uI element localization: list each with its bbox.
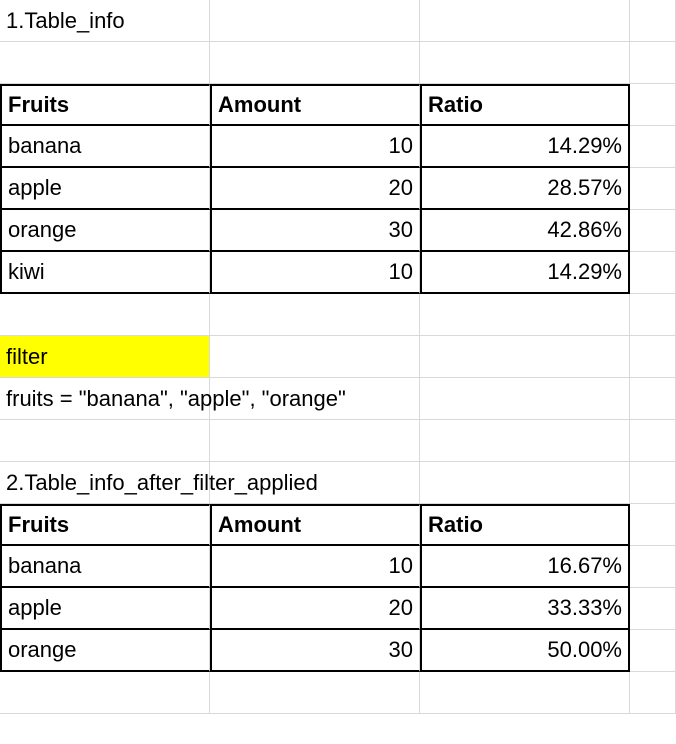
table1-cell-fruit[interactable]: apple (0, 168, 210, 210)
cell-value: 10 (389, 133, 413, 159)
table1-header-ratio[interactable]: Ratio (420, 84, 630, 126)
empty-cell[interactable] (630, 672, 676, 714)
cell-value: 14.29% (547, 133, 622, 159)
header-label: Amount (218, 92, 301, 118)
section2-title: 2.Table_info_after_filter_applied (6, 470, 318, 496)
empty-cell[interactable] (630, 504, 676, 546)
cell-value: 28.57% (547, 175, 622, 201)
header-label: Amount (218, 512, 301, 538)
cell-value: 50.00% (547, 637, 622, 663)
table1-cell-fruit[interactable]: kiwi (0, 252, 210, 294)
table1-cell-fruit[interactable]: orange (0, 210, 210, 252)
table1-cell-amount[interactable]: 20 (210, 168, 420, 210)
header-label: Ratio (428, 512, 483, 538)
empty-cell[interactable] (420, 462, 630, 504)
empty-cell[interactable] (420, 378, 630, 420)
empty-cell[interactable] (420, 672, 630, 714)
table1-cell-ratio[interactable]: 28.57% (420, 168, 630, 210)
filter-expression-cell[interactable]: fruits = "banana", "apple", "orange" (0, 378, 210, 420)
cell-value: kiwi (8, 259, 45, 285)
cell-value: banana (8, 553, 81, 579)
empty-cell[interactable] (210, 294, 420, 336)
empty-cell[interactable] (210, 42, 420, 84)
header-label: Fruits (8, 92, 69, 118)
table2-cell-amount[interactable]: 20 (210, 588, 420, 630)
empty-cell[interactable] (630, 294, 676, 336)
empty-cell[interactable] (210, 336, 420, 378)
table1-cell-ratio[interactable]: 14.29% (420, 252, 630, 294)
cell-value: orange (8, 217, 77, 243)
empty-cell[interactable] (210, 420, 420, 462)
cell-value: 16.67% (547, 553, 622, 579)
cell-value: orange (8, 637, 77, 663)
table2-cell-fruit[interactable]: banana (0, 546, 210, 588)
empty-cell[interactable] (630, 378, 676, 420)
empty-cell[interactable] (210, 672, 420, 714)
table2-cell-fruit[interactable]: orange (0, 630, 210, 672)
empty-cell[interactable] (630, 588, 676, 630)
empty-cell[interactable] (0, 672, 210, 714)
table1-cell-amount[interactable]: 10 (210, 252, 420, 294)
cell-value: 42.86% (547, 217, 622, 243)
cell-value: 10 (389, 259, 413, 285)
cell-value: 30 (389, 637, 413, 663)
empty-cell[interactable] (0, 42, 210, 84)
table2-cell-amount[interactable]: 10 (210, 546, 420, 588)
section2-title-cell[interactable]: 2.Table_info_after_filter_applied (0, 462, 210, 504)
filter-expression: fruits = "banana", "apple", "orange" (6, 386, 346, 412)
empty-cell[interactable] (630, 546, 676, 588)
table2-cell-ratio[interactable]: 33.33% (420, 588, 630, 630)
empty-cell[interactable] (630, 0, 676, 42)
empty-cell[interactable] (420, 294, 630, 336)
empty-cell[interactable] (210, 0, 420, 42)
empty-cell[interactable] (420, 42, 630, 84)
cell-value: apple (8, 175, 62, 201)
table2-header-amount[interactable]: Amount (210, 504, 420, 546)
cell-value: 20 (389, 595, 413, 621)
cell-value: apple (8, 595, 62, 621)
empty-cell[interactable] (630, 84, 676, 126)
empty-cell[interactable] (630, 630, 676, 672)
cell-value: banana (8, 133, 81, 159)
filter-label-cell[interactable]: filter (0, 336, 210, 378)
empty-cell[interactable] (630, 252, 676, 294)
table1-cell-ratio[interactable]: 42.86% (420, 210, 630, 252)
section1-title: 1.Table_info (6, 8, 125, 34)
empty-cell[interactable] (630, 210, 676, 252)
cell-value: 30 (389, 217, 413, 243)
header-label: Ratio (428, 92, 483, 118)
cell-value: 14.29% (547, 259, 622, 285)
empty-cell[interactable] (0, 294, 210, 336)
table2-header-fruits[interactable]: Fruits (0, 504, 210, 546)
empty-cell[interactable] (630, 336, 676, 378)
table2-cell-fruit[interactable]: apple (0, 588, 210, 630)
table2-cell-ratio[interactable]: 16.67% (420, 546, 630, 588)
table1-cell-amount[interactable]: 30 (210, 210, 420, 252)
section1-title-cell[interactable]: 1.Table_info (0, 0, 210, 42)
cell-value: 33.33% (547, 595, 622, 621)
empty-cell[interactable] (420, 336, 630, 378)
table2-cell-amount[interactable]: 30 (210, 630, 420, 672)
empty-cell[interactable] (630, 42, 676, 84)
spreadsheet-grid: 1.Table_info Fruits Amount Ratio banana … (0, 0, 676, 714)
empty-cell[interactable] (630, 126, 676, 168)
table2-cell-ratio[interactable]: 50.00% (420, 630, 630, 672)
table1-cell-ratio[interactable]: 14.29% (420, 126, 630, 168)
empty-cell[interactable] (630, 420, 676, 462)
table1-cell-amount[interactable]: 10 (210, 126, 420, 168)
table1-header-amount[interactable]: Amount (210, 84, 420, 126)
cell-value: 10 (389, 553, 413, 579)
empty-cell[interactable] (420, 0, 630, 42)
table1-cell-fruit[interactable]: banana (0, 126, 210, 168)
table2-header-ratio[interactable]: Ratio (420, 504, 630, 546)
empty-cell[interactable] (0, 420, 210, 462)
empty-cell[interactable] (420, 420, 630, 462)
table1-header-fruits[interactable]: Fruits (0, 84, 210, 126)
filter-label: filter (6, 344, 48, 370)
header-label: Fruits (8, 512, 69, 538)
empty-cell[interactable] (630, 168, 676, 210)
cell-value: 20 (389, 175, 413, 201)
empty-cell[interactable] (630, 462, 676, 504)
